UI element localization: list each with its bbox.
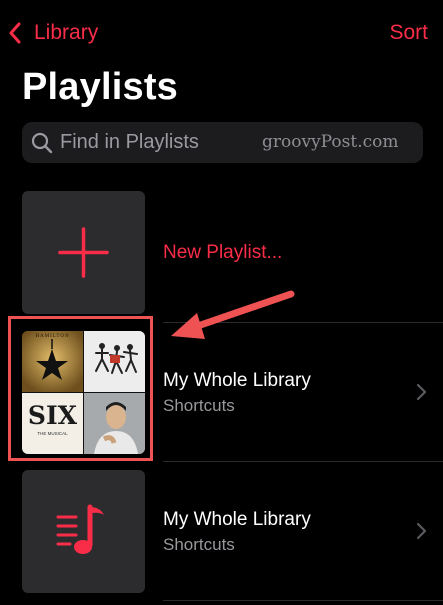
page-title: Playlists	[22, 66, 179, 108]
chevron-right-icon	[416, 383, 427, 401]
playlist-artwork	[22, 470, 145, 593]
annotation-arrow-icon	[171, 290, 295, 339]
sort-button[interactable]: Sort	[389, 18, 428, 48]
playlist-subtitle: Shortcuts	[163, 535, 235, 554]
search-input[interactable]	[60, 131, 260, 154]
new-playlist-tile	[22, 191, 145, 314]
plus-icon	[58, 227, 109, 278]
search-icon	[31, 132, 57, 154]
playlist-title: My Whole Library	[163, 509, 311, 530]
divider	[163, 600, 443, 601]
back-button[interactable]: Library	[8, 18, 98, 48]
annotation-highlight-box	[8, 316, 153, 461]
music-list-icon	[56, 504, 104, 554]
playlist-subtitle: Shortcuts	[163, 396, 235, 415]
playlist-title: My Whole Library	[163, 370, 311, 391]
watermark: groovyPost.com	[262, 132, 399, 152]
playlist-row[interactable]: My Whole Library Shortcuts	[0, 462, 443, 599]
chevron-left-icon	[8, 18, 32, 48]
chevron-right-icon	[416, 522, 427, 540]
new-playlist-label: New Playlist...	[163, 242, 283, 263]
back-label: Library	[34, 21, 99, 44]
